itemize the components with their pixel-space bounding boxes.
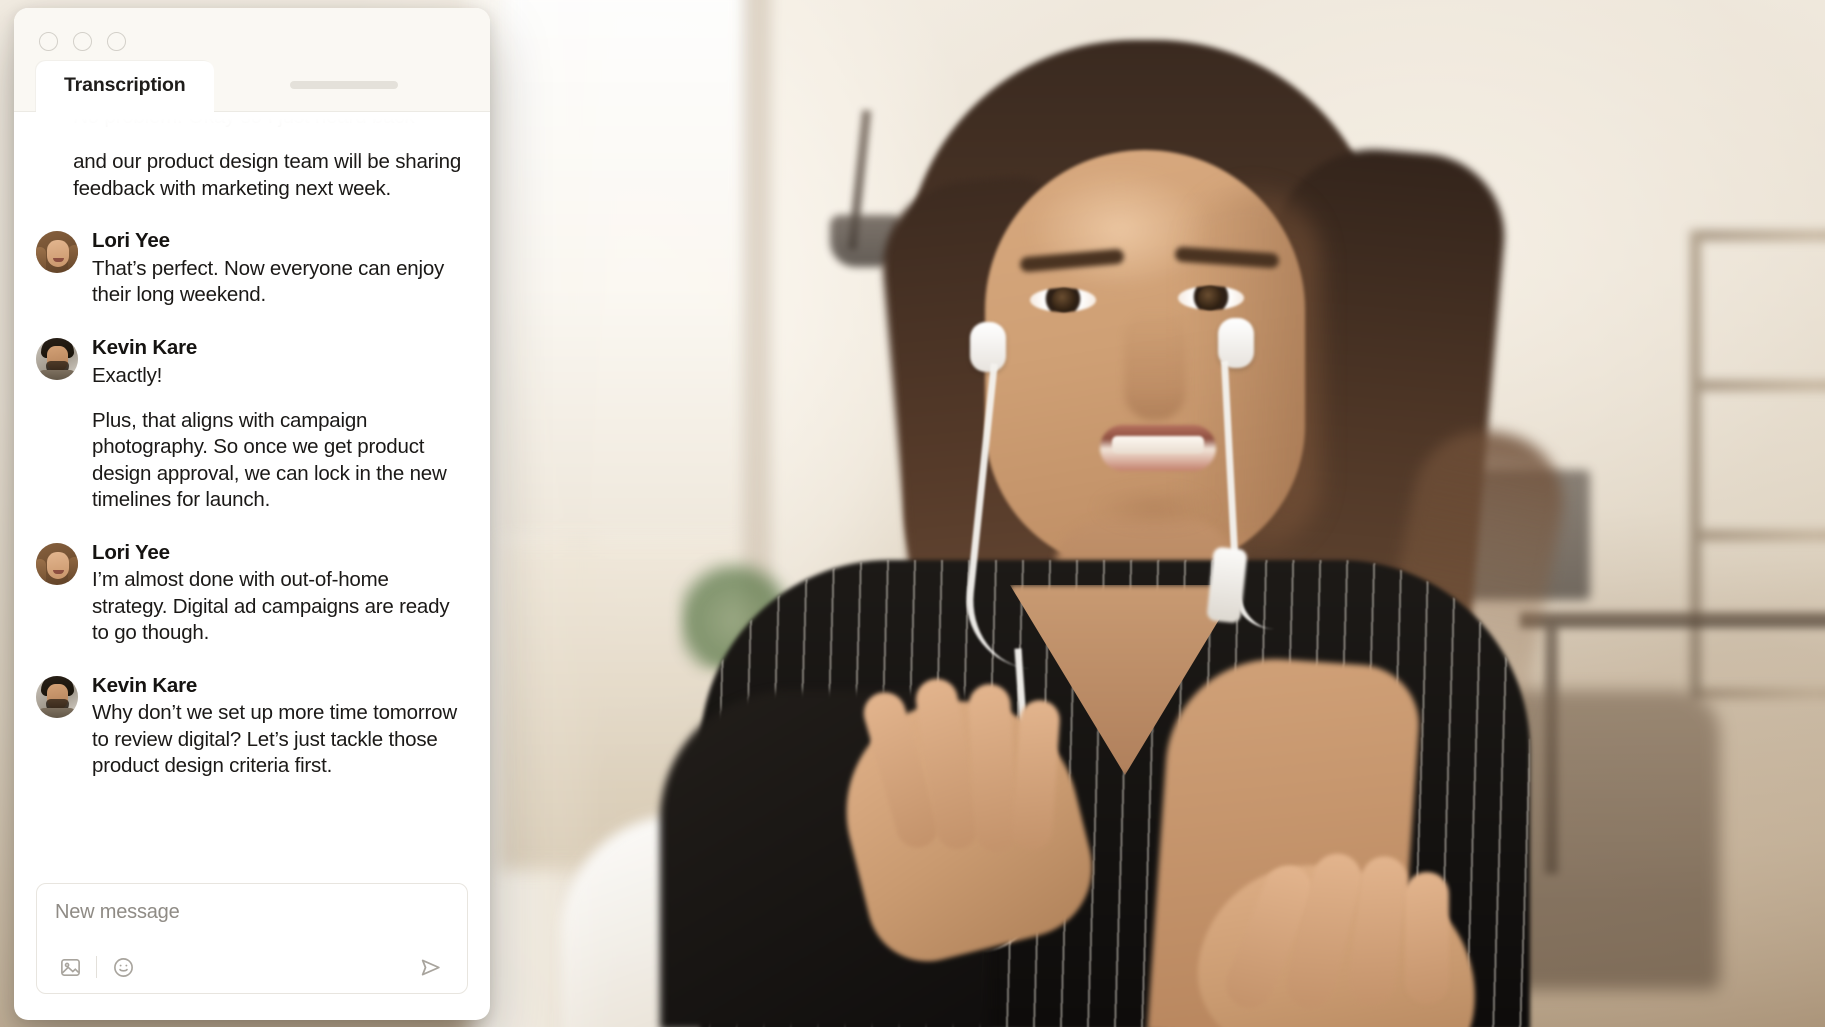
- tab-transcription[interactable]: Transcription: [36, 61, 214, 112]
- image-icon[interactable]: [53, 952, 87, 982]
- transcript-message: Lori Yee That’s perfect. Now everyone can…: [36, 227, 464, 315]
- send-paper-plane-icon[interactable]: [413, 952, 447, 982]
- avatar-spacer: [36, 112, 59, 150]
- message-body: No problem. Okay so I just heard back and…: [73, 112, 464, 202]
- message-body: Kevin Kare Why don’t we set up more time …: [92, 672, 464, 780]
- speaker-name: Lori Yee: [92, 540, 170, 564]
- maximize-window-button[interactable]: [107, 32, 126, 51]
- emoji-smiley-icon[interactable]: [106, 952, 140, 982]
- message-text: and our product design team will be shar…: [73, 150, 462, 200]
- speaker-name: Kevin Kare: [92, 673, 198, 697]
- message-text: I’m almost done with out-of-home strateg…: [92, 568, 450, 645]
- avatar[interactable]: [36, 675, 78, 718]
- transcript-scroll-area[interactable]: No problem. Okay so I just heard back and…: [14, 112, 490, 869]
- composer-container: New message: [14, 869, 490, 1020]
- message-text: Why don’t we set up more time tomorrow t…: [92, 701, 457, 778]
- message-text-clipped: No problem. Okay so I just heard back: [73, 112, 415, 128]
- message-text: Plus, that aligns with campaign photogra…: [92, 408, 447, 512]
- avatar[interactable]: [36, 231, 78, 274]
- window-controls: [14, 8, 490, 51]
- transcript-message: Lori Yee I’m almost done with out-of-home…: [36, 539, 464, 653]
- composer-toolbar: [53, 952, 451, 982]
- new-message-input[interactable]: New message: [53, 899, 451, 952]
- tab-bar: Transcription: [14, 51, 490, 112]
- message-body: Lori Yee That’s perfect. Now everyone can…: [92, 227, 464, 309]
- speaker-name: Kevin Kare: [92, 335, 198, 359]
- message-body: Lori Yee I’m almost done with out-of-home…: [92, 539, 464, 647]
- speaker-name: Lori Yee: [92, 229, 170, 253]
- message-text: That’s perfect. Now everyone can enjoy t…: [92, 256, 445, 307]
- minimize-window-button[interactable]: [73, 32, 92, 51]
- message-composer[interactable]: New message: [36, 883, 468, 994]
- message-list: No problem. Okay so I just heard back and…: [36, 112, 464, 786]
- transcript-message: Kevin Kare Why don’t we set up more time …: [36, 672, 464, 786]
- toolbar-divider: [96, 956, 97, 978]
- transcript-message: No problem. Okay so I just heard back and…: [36, 112, 464, 208]
- avatar[interactable]: [36, 542, 78, 585]
- avatar[interactable]: [36, 337, 78, 380]
- panel-header: Transcription: [14, 8, 490, 112]
- transcription-panel: Transcription No problem. Okay so I just…: [14, 8, 490, 1020]
- close-window-button[interactable]: [39, 32, 58, 51]
- message-text: Exactly!: [92, 363, 163, 387]
- tab-placeholder-skeleton[interactable]: [289, 81, 398, 89]
- transcript-message: Kevin Kare Exactly! Plus, that aligns with…: [36, 334, 464, 520]
- message-body: Kevin Kare Exactly! Plus, that aligns with…: [92, 334, 464, 514]
